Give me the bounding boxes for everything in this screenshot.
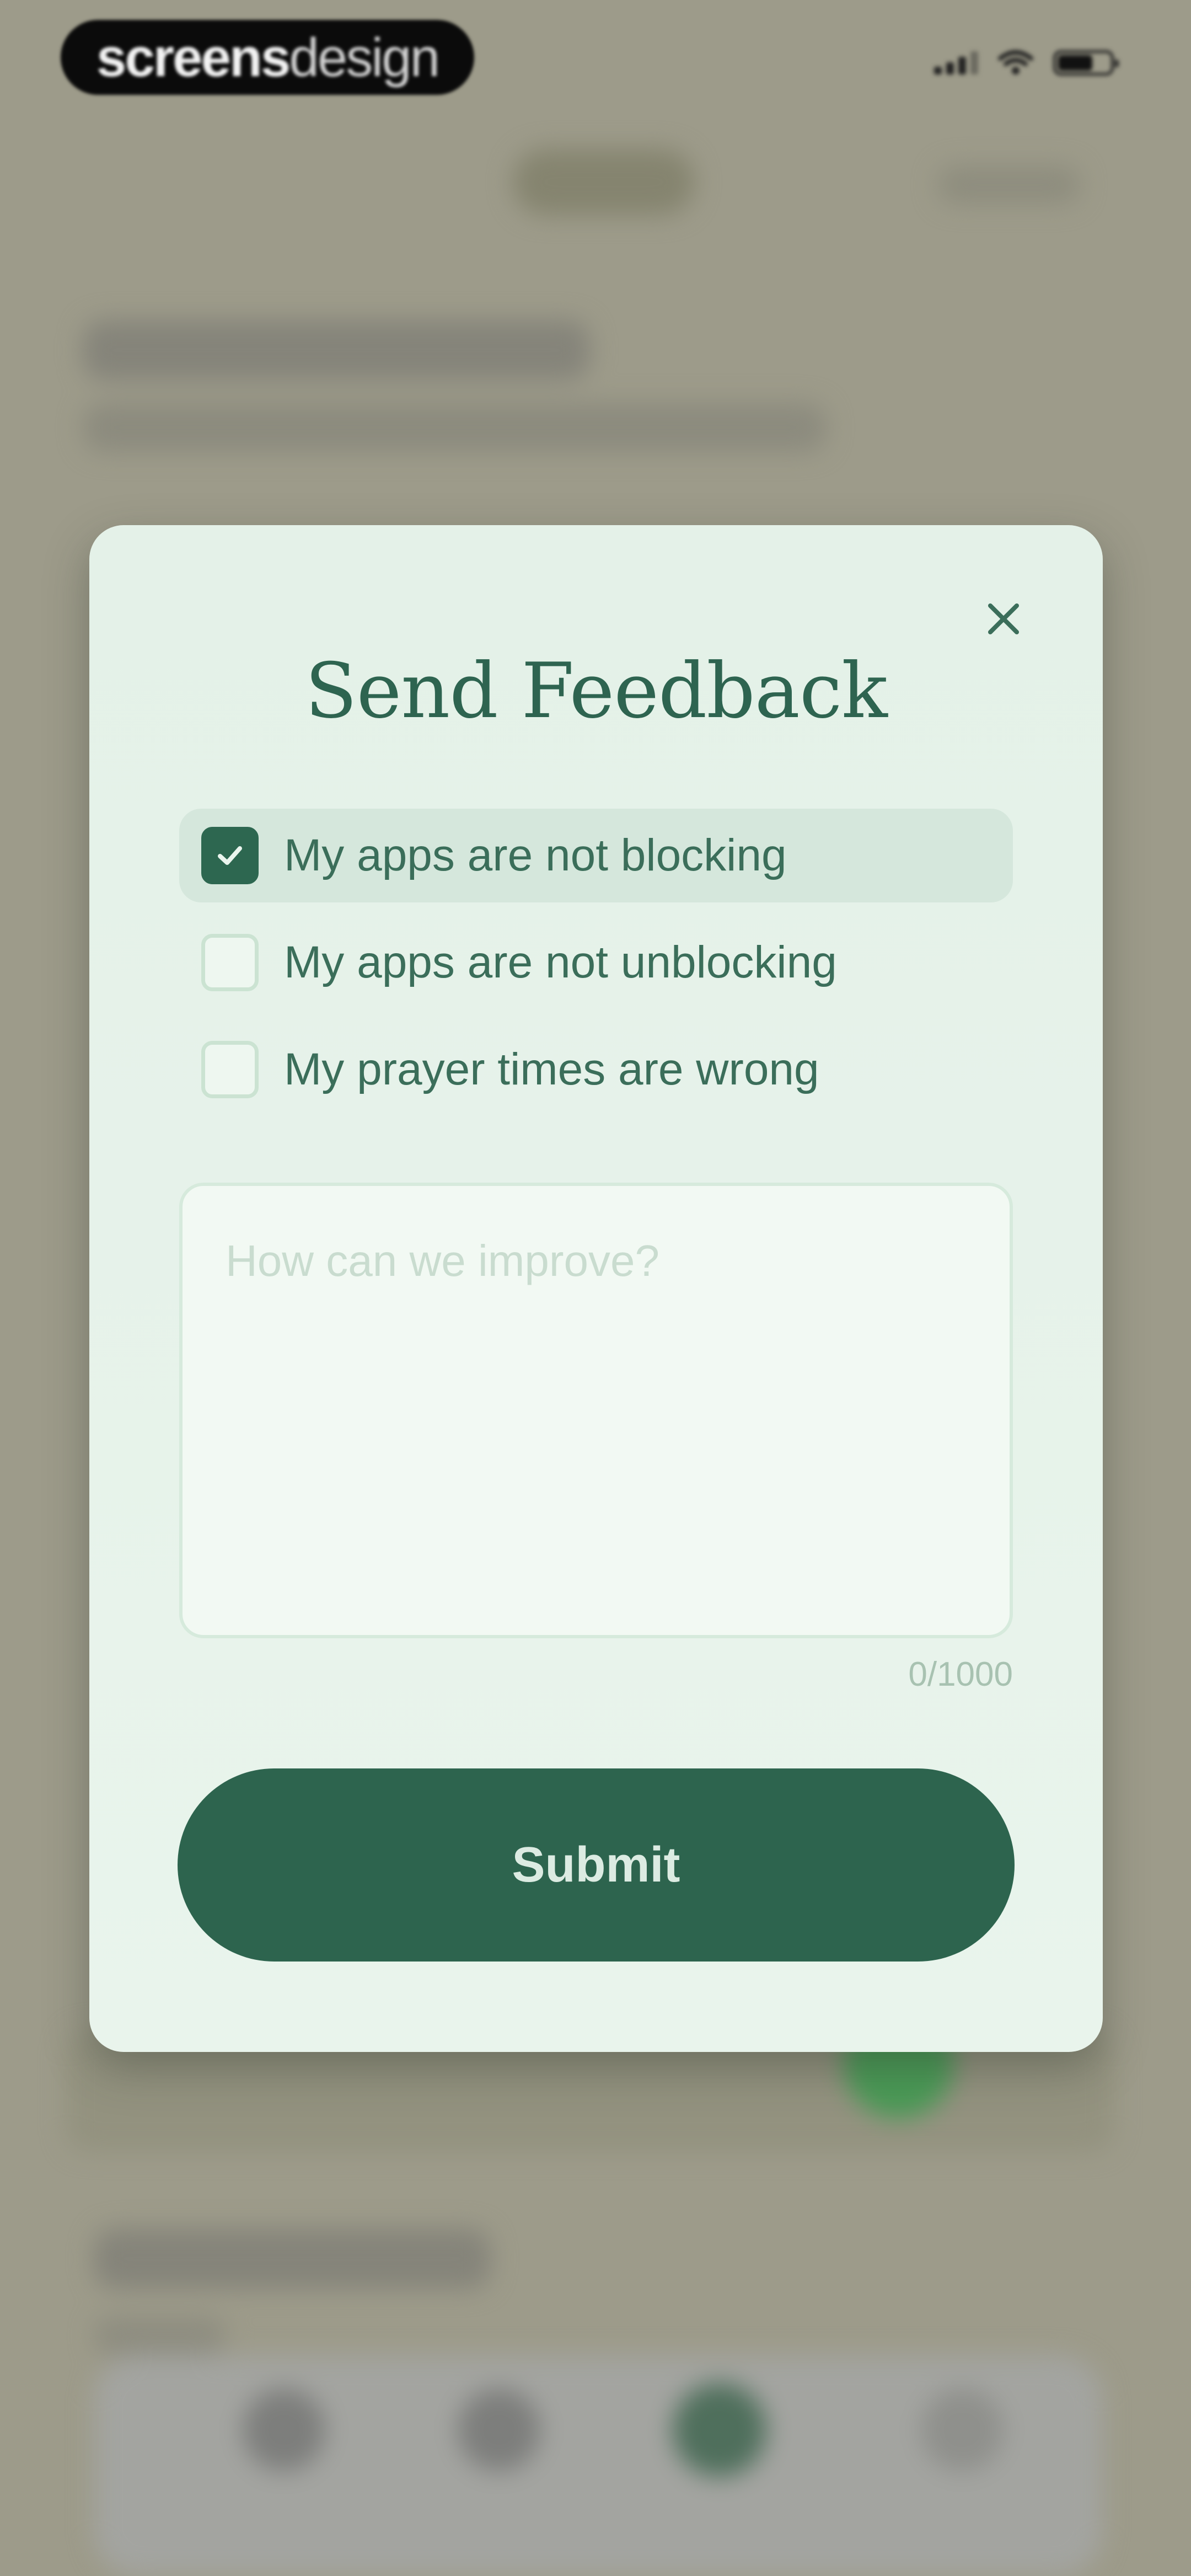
bg-tab-1 [243,2388,325,2471]
option-checkbox[interactable] [201,1041,259,1098]
wifi-icon [998,50,1033,74]
cellular-signal-icon [934,51,978,74]
option-checkbox[interactable] [201,934,259,991]
close-icon [988,603,1019,634]
bg-header-action [937,165,1081,204]
bg-section-sub [94,2317,226,2355]
option-label: My apps are not blocking [284,830,787,880]
battery-icon [1053,50,1119,76]
modal-title: Send Feedback [305,646,888,735]
bg-tab-2 [458,2388,540,2471]
option-label: My prayer times are wrong [284,1044,819,1094]
bg-tab-3 [673,2383,766,2477]
bg-heading [83,320,590,381]
watermark-light: design [289,26,440,88]
feedback-modal: Send Feedback My apps are not blocking M… [89,525,1103,2052]
screensdesign-watermark: screens design [61,20,474,95]
feedback-textarea[interactable] [183,1186,1010,1635]
option-label: My apps are not unblocking [284,937,837,987]
option-checkbox[interactable] [201,827,259,884]
bg-section-title [94,2228,491,2289]
character-count: 0/1000 [908,1655,1013,1693]
option-apps-not-unblocking[interactable]: My apps are not unblocking [179,916,1013,1009]
option-apps-not-blocking[interactable]: My apps are not blocking [179,809,1013,902]
bg-header-pill [513,149,695,215]
bg-subheading [83,403,827,452]
bg-tab-4 [921,2388,1004,2471]
feedback-textarea-container [179,1183,1013,1638]
check-icon [218,846,242,865]
close-button[interactable] [976,591,1031,646]
submit-button[interactable]: Submit [178,1768,1015,1962]
option-prayer-times-wrong[interactable]: My prayer times are wrong [179,1023,1013,1116]
status-bar [934,50,1119,76]
watermark-bold: screens [96,26,291,88]
